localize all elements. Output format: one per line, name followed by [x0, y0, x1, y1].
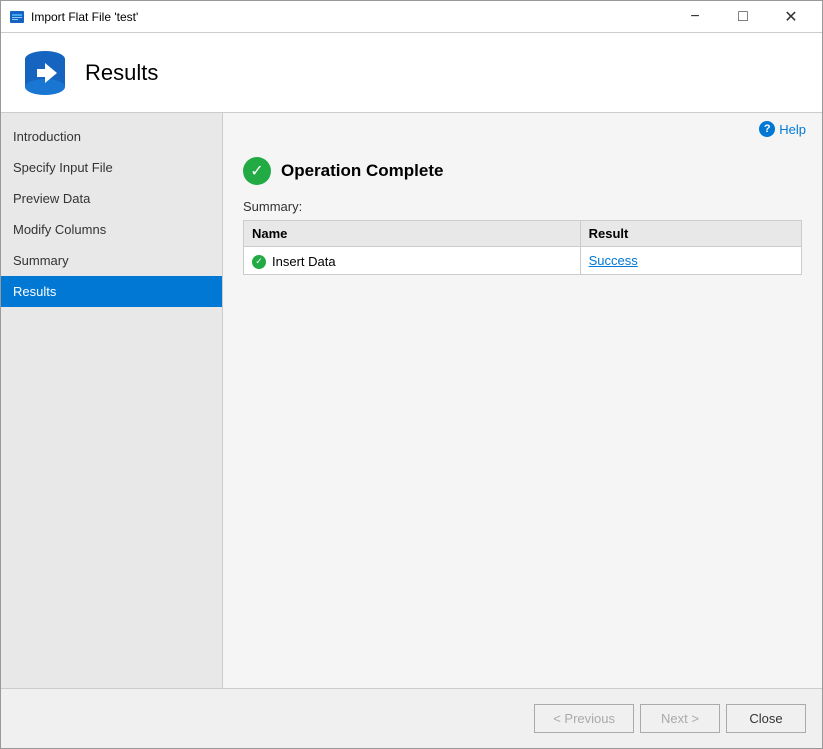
- sidebar-item-specify-input-file[interactable]: Specify Input File: [1, 152, 222, 183]
- sidebar-item-modify-columns[interactable]: Modify Columns: [1, 214, 222, 245]
- results-table: Name Result ✓ Insert Data: [243, 220, 802, 275]
- help-link[interactable]: ? Help: [759, 121, 806, 137]
- app-icon: [9, 9, 25, 25]
- maximize-button[interactable]: □: [720, 1, 766, 33]
- main-window: Import Flat File 'test' − □ ✕ Results In…: [0, 0, 823, 749]
- col-header-name: Name: [244, 221, 581, 247]
- sidebar-item-summary[interactable]: Summary: [1, 245, 222, 276]
- toolbar: ? Help: [223, 113, 822, 145]
- sidebar: Introduction Specify Input File Preview …: [1, 113, 223, 688]
- title-bar: Import Flat File 'test' − □ ✕: [1, 1, 822, 33]
- close-button[interactable]: Close: [726, 704, 806, 733]
- success-icon: ✓: [243, 157, 271, 185]
- help-icon: ?: [759, 121, 775, 137]
- close-window-button[interactable]: ✕: [768, 1, 814, 33]
- footer: < Previous Next > Close: [1, 688, 822, 748]
- header-icon: [21, 49, 69, 97]
- window-title: Import Flat File 'test': [31, 10, 672, 24]
- operation-complete-header: ✓ Operation Complete: [243, 157, 802, 185]
- next-button[interactable]: Next >: [640, 704, 720, 733]
- content-area: Introduction Specify Input File Preview …: [1, 113, 822, 688]
- help-label: Help: [779, 122, 806, 137]
- operation-title: Operation Complete: [281, 161, 443, 181]
- main-body: ✓ Operation Complete Summary: Name Resul…: [223, 145, 822, 688]
- previous-button[interactable]: < Previous: [534, 704, 634, 733]
- window-controls: − □ ✕: [672, 1, 814, 33]
- table-row: ✓ Insert Data Success: [244, 247, 802, 275]
- sidebar-item-introduction[interactable]: Introduction: [1, 121, 222, 152]
- row-success-icon: ✓: [252, 255, 266, 269]
- col-header-result: Result: [580, 221, 801, 247]
- main-panel: ? Help ✓ Operation Complete Summary: Nam…: [223, 113, 822, 688]
- row-name-cell: ✓ Insert Data: [244, 247, 581, 275]
- page-title: Results: [85, 60, 158, 86]
- row-result-cell[interactable]: Success: [580, 247, 801, 275]
- header: Results: [1, 33, 822, 113]
- sidebar-item-preview-data[interactable]: Preview Data: [1, 183, 222, 214]
- minimize-button[interactable]: −: [672, 1, 718, 33]
- row-name: Insert Data: [272, 254, 336, 269]
- sidebar-item-results[interactable]: Results: [1, 276, 222, 307]
- summary-label: Summary:: [243, 199, 802, 214]
